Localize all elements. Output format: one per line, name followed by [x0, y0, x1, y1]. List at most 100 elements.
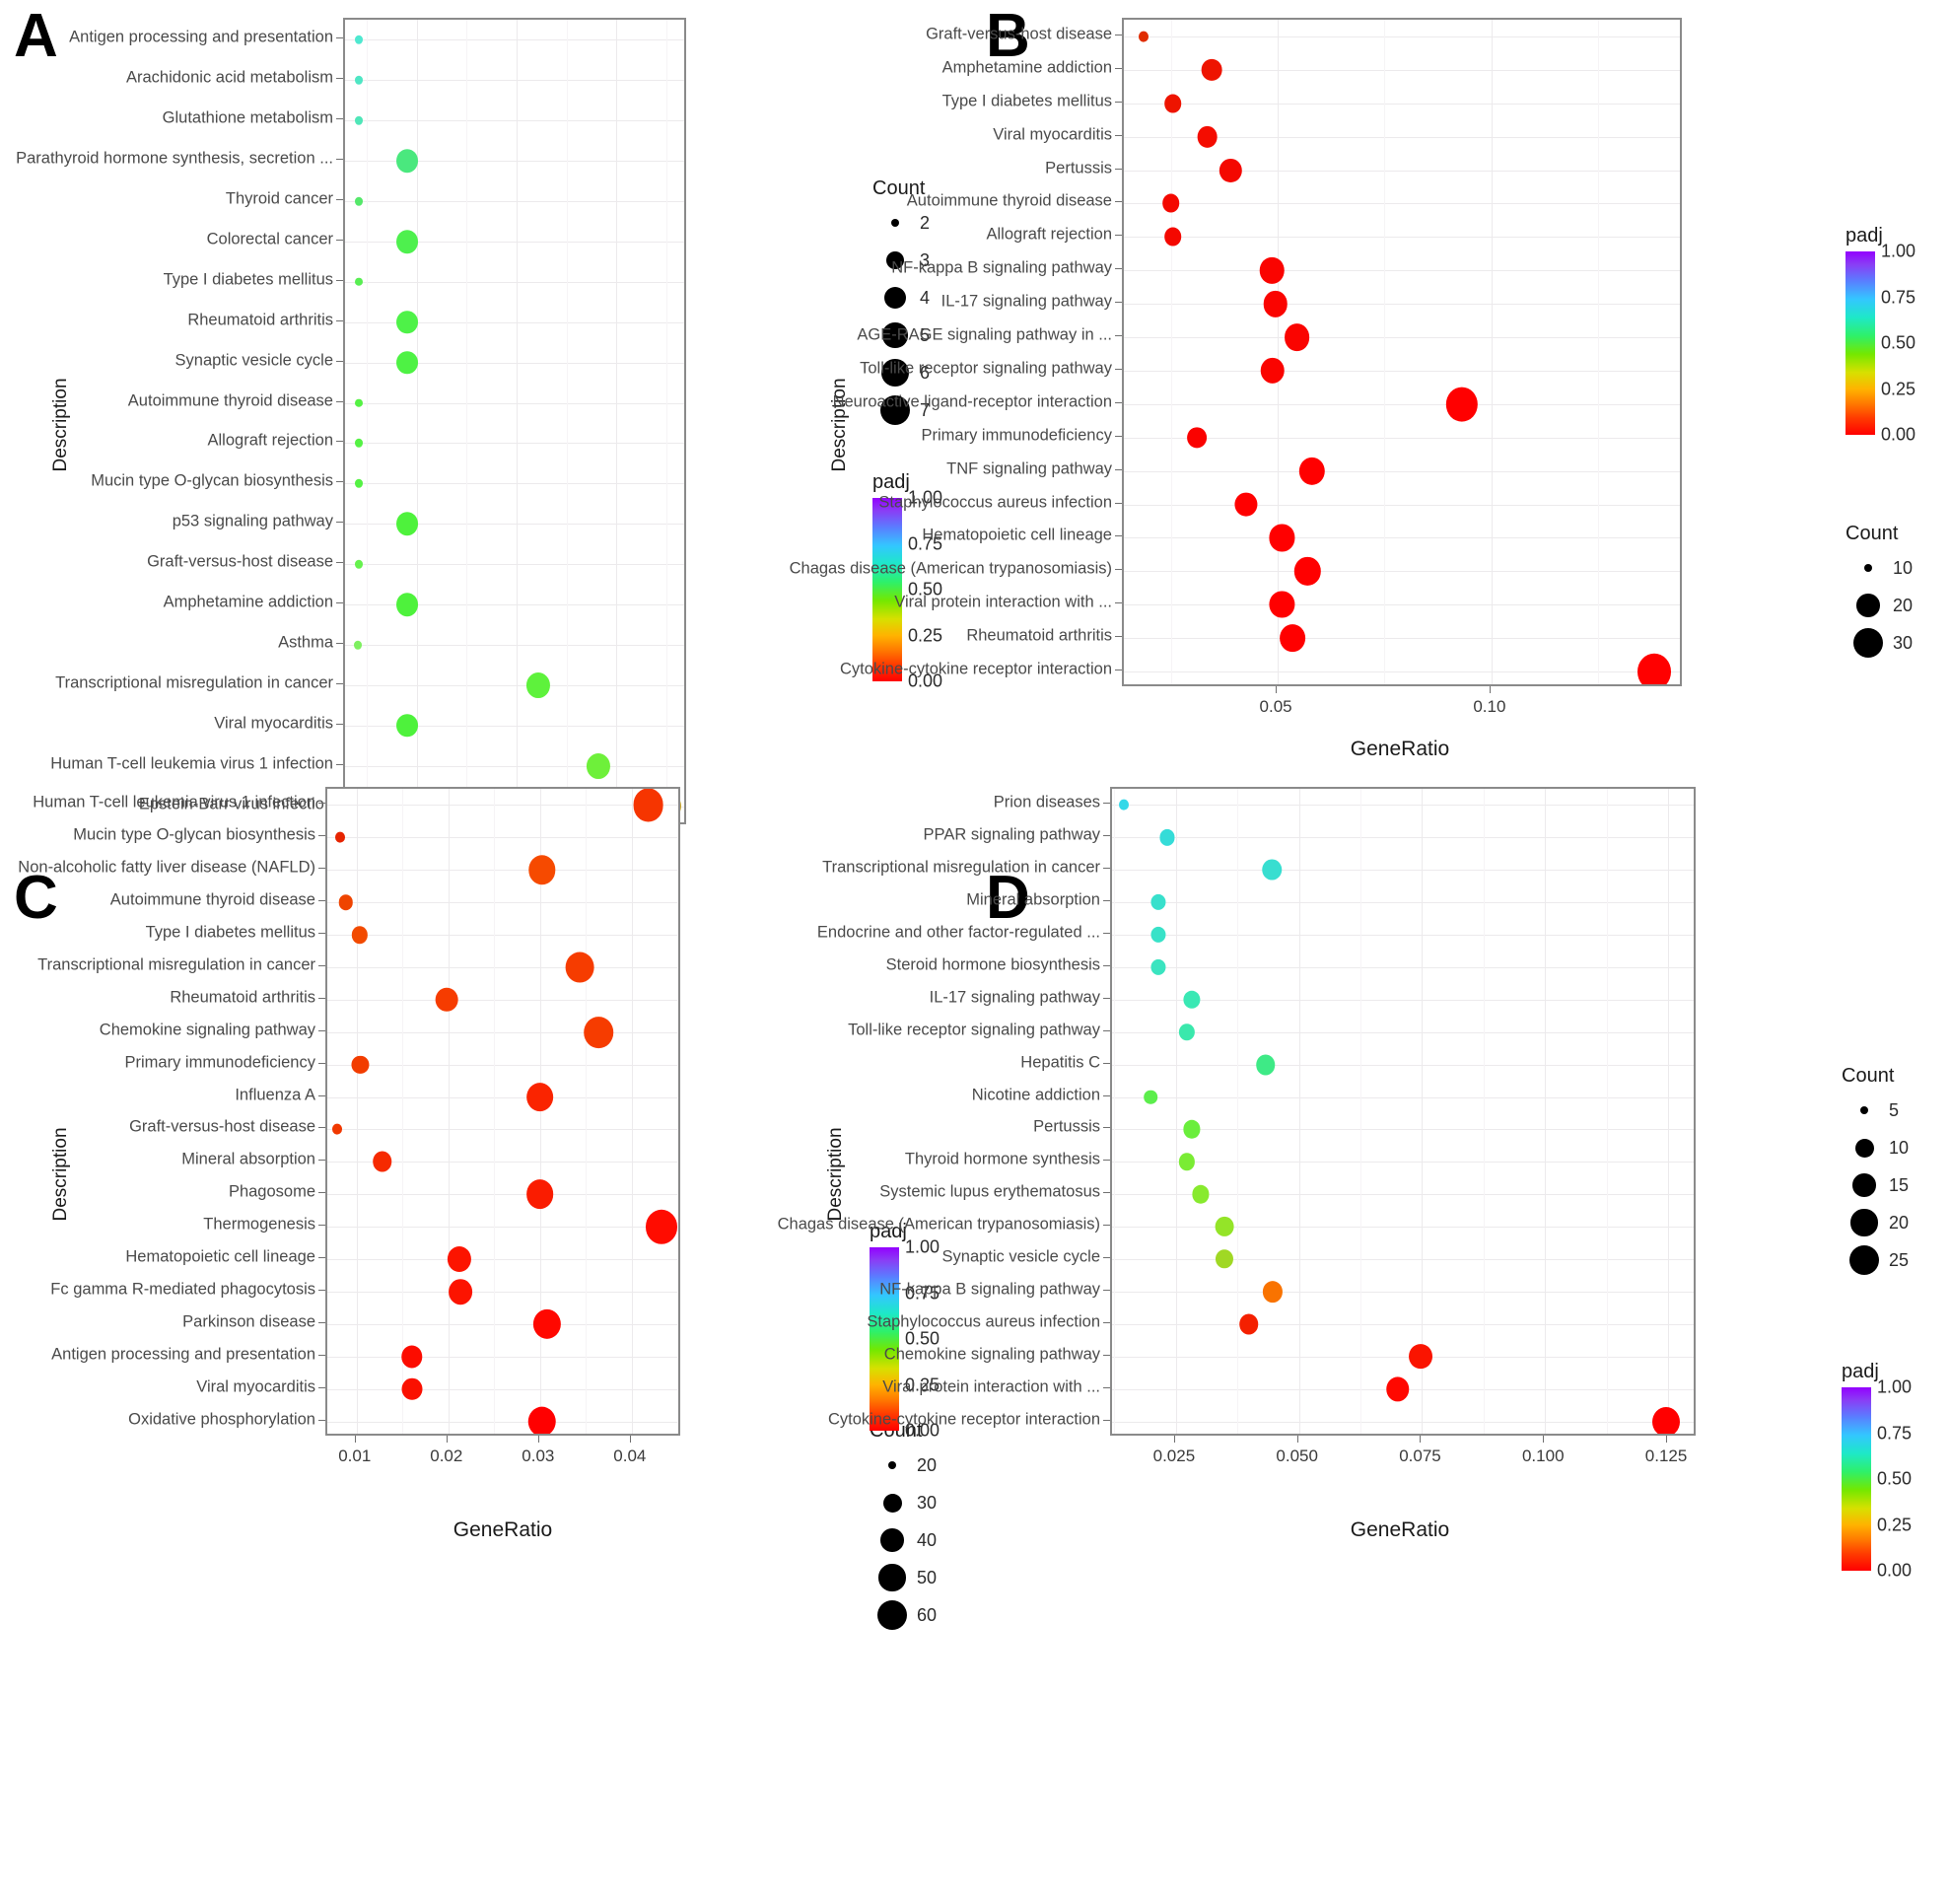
- gridline-h: [1124, 237, 1680, 239]
- y-tick-mark: [1103, 1354, 1110, 1356]
- y-axis-label: Toll-like receptor signaling pathway: [860, 359, 1112, 378]
- legend-count-swatch: [1854, 1138, 1874, 1158]
- y-axis-label: Cytokine-cytokine receptor interaction: [839, 660, 1112, 678]
- y-axis-label: Viral myocarditis: [214, 714, 333, 733]
- y-axis-label: Cytokine-cytokine receptor interaction: [827, 1410, 1100, 1429]
- data-point: [1183, 1120, 1201, 1139]
- gridline-h: [1124, 470, 1680, 472]
- x-axis-label: 0.01: [338, 1446, 372, 1465]
- y-tick-mark: [1103, 1289, 1110, 1291]
- data-point: [1164, 94, 1182, 113]
- legend-count-item: 25: [1842, 1241, 1909, 1279]
- padj-tick-label: 1.00: [1881, 241, 1916, 261]
- padj-tick-label: 0.25: [1881, 379, 1916, 398]
- gridline-v-minor: [402, 789, 404, 1434]
- data-point: [1186, 427, 1207, 449]
- y-tick-mark: [1103, 868, 1110, 870]
- data-point: [1183, 990, 1201, 1010]
- gridline-h: [1124, 437, 1680, 439]
- axis-x-title-D: GeneRatio: [1350, 1518, 1450, 1541]
- gridline-v-minor: [1598, 20, 1600, 684]
- legend-count-swatch: [880, 1528, 904, 1552]
- legend-padj-D: padj 1.00 0.75 0.50 0.25 0.00: [1842, 1361, 1912, 1581]
- x-tick-mark: [1276, 686, 1278, 693]
- y-axis-label: Hepatitis C: [1020, 1053, 1100, 1072]
- y-tick-mark: [1103, 1094, 1110, 1096]
- y-axis-label: Allograft rejection: [986, 225, 1112, 244]
- gridline-h: [345, 80, 684, 82]
- y-axis-label: Systemic lupus erythematosus: [879, 1182, 1100, 1201]
- data-point: [1262, 859, 1282, 881]
- y-tick-mark: [336, 279, 343, 281]
- legend-count-swatch: [1864, 564, 1872, 572]
- y-axis-label: IL-17 signaling pathway: [929, 988, 1100, 1007]
- gridline-v: [1278, 20, 1280, 684]
- y-axis-label: Pertussis: [1033, 1117, 1100, 1136]
- x-axis-label: 0.05: [1259, 697, 1292, 716]
- gridline-v-minor: [494, 789, 496, 1434]
- legend-count-swatch: [1849, 1245, 1879, 1275]
- gridline-h: [1124, 35, 1680, 37]
- legend-count-D: Count 5 10 15 20 25: [1842, 1065, 1909, 1279]
- y-tick-mark: [1115, 468, 1122, 470]
- legend-count-C: Count 20 30 40 50 60: [870, 1420, 937, 1634]
- y-axis-label: Nicotine addiction: [971, 1086, 1100, 1104]
- padj-tick-label: 0.50: [1877, 1468, 1913, 1489]
- data-point: [1263, 1281, 1284, 1303]
- legend-count-swatch: [1850, 1209, 1878, 1236]
- padj-tick-label: 0.00: [1881, 424, 1916, 445]
- gridline-v: [631, 789, 633, 1434]
- x-axis-label: 0.050: [1276, 1446, 1318, 1465]
- y-axis-label: PPAR signaling pathway: [923, 825, 1100, 844]
- legend-count-item: 20: [870, 1446, 937, 1484]
- y-axis-label: Transcriptional misregulation in cancer: [822, 858, 1100, 877]
- legend-count-label: 20: [917, 1454, 938, 1475]
- x-tick-mark: [537, 1436, 539, 1443]
- y-axis-label: Thyroid hormone synthesis: [904, 1150, 1100, 1168]
- y-tick-mark: [1103, 1419, 1110, 1421]
- legend-count-item: 15: [1842, 1166, 1909, 1204]
- y-tick-mark: [1115, 535, 1122, 537]
- y-axis-label: IL-17 signaling pathway: [940, 292, 1112, 311]
- y-axis-label: Steroid hormone biosynthesis: [885, 955, 1100, 974]
- gridline-v-minor: [1237, 789, 1239, 1434]
- data-point: [1239, 1313, 1259, 1335]
- y-tick-mark: [1115, 168, 1122, 170]
- x-tick-mark: [1489, 686, 1491, 693]
- gridline-h: [1124, 638, 1680, 640]
- gridline-v: [356, 789, 358, 1434]
- data-point: [1192, 1185, 1210, 1204]
- y-tick-mark: [1115, 569, 1122, 571]
- padj-colorbar-gradient: [1846, 251, 1875, 435]
- y-axis-label: TNF signaling pathway: [946, 459, 1112, 478]
- legend-dot-cell: [1846, 564, 1891, 572]
- gridline-h: [1124, 270, 1680, 272]
- legend-dot-cell: [1846, 628, 1891, 658]
- gridline-v: [1491, 20, 1493, 684]
- gridline-h: [345, 120, 684, 122]
- gridline-h: [345, 281, 684, 283]
- gridline-h: [1124, 203, 1680, 205]
- data-point: [1284, 323, 1310, 351]
- y-tick-mark: [1103, 964, 1110, 966]
- data-point: [355, 479, 364, 488]
- data-point: [1637, 653, 1671, 684]
- y-tick-mark: [1103, 1257, 1110, 1259]
- legend-count-item: 5: [1842, 1092, 1909, 1129]
- padj-colorbar: 1.00 0.75 0.50 0.25 0.00: [872, 488, 942, 691]
- legend-count-label: 5: [1889, 1099, 1900, 1120]
- padj-tick-label: 0.75: [1881, 287, 1916, 307]
- y-axis-label: Chagas disease (American trypanosomiasis…: [789, 559, 1112, 578]
- gridline-v: [1668, 789, 1670, 1434]
- y-axis-label: Viral myocarditis: [993, 125, 1112, 144]
- padj-colorbar-labels: 1.00 0.75 0.50 0.25 0.00: [1881, 242, 1950, 445]
- y-tick-mark: [1103, 1029, 1110, 1031]
- y-tick-mark: [1103, 1225, 1110, 1227]
- legend-dot-cell: [1842, 1245, 1887, 1275]
- y-tick-mark: [336, 319, 343, 321]
- data-point: [1178, 1023, 1195, 1041]
- legend-dot-cell: [870, 1600, 915, 1630]
- y-tick-mark: [336, 763, 343, 765]
- legend-count-item: 10: [1842, 1129, 1909, 1166]
- legend-count-swatch: [1860, 1106, 1868, 1114]
